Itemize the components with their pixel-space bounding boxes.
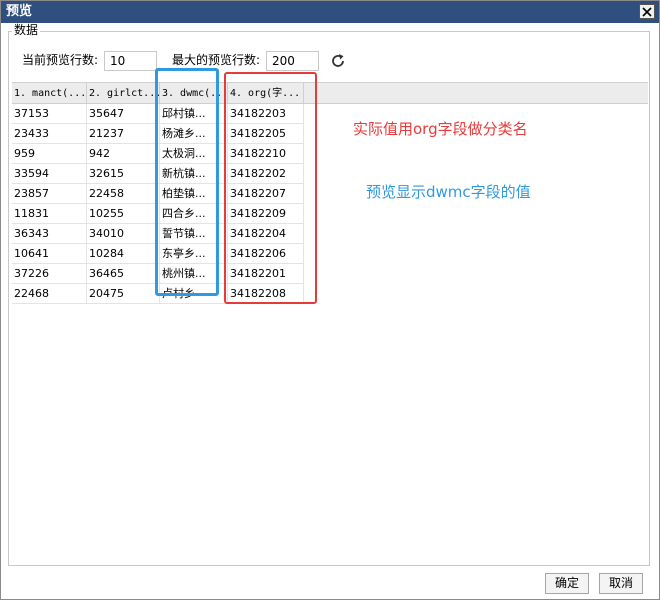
table-cell: 10641	[12, 244, 87, 264]
table-cell: 36465	[87, 264, 160, 284]
org-column-highlight	[224, 72, 317, 304]
table-cell: 23857	[12, 184, 87, 204]
table-cell: 32615	[87, 164, 160, 184]
table-cell: 20475	[87, 284, 160, 304]
max-rows-input[interactable]	[266, 51, 319, 71]
refresh-button[interactable]	[329, 52, 347, 70]
table-cell: 959	[12, 144, 87, 164]
table-cell: 942	[87, 144, 160, 164]
current-rows-label: 当前预览行数:	[22, 53, 99, 67]
table-cell: 10255	[87, 204, 160, 224]
close-icon	[642, 6, 652, 17]
refresh-icon	[332, 54, 344, 67]
table-cell: 22458	[87, 184, 160, 204]
table-cell: 11831	[12, 204, 87, 224]
preview-table: 1. manct(... 2. girlct... 3. dwmc(... 4.…	[12, 82, 648, 308]
table-cell: 37226	[12, 264, 87, 284]
blue-annotation: 预览显示dwmc字段的值	[366, 183, 531, 201]
ok-button[interactable]: 确定	[545, 573, 589, 594]
column-header-1[interactable]: 1. manct(...	[12, 83, 87, 104]
dwmc-column-highlight	[155, 68, 219, 296]
close-button[interactable]	[639, 4, 655, 19]
table-cell: 33594	[12, 164, 87, 184]
table-cell: 35647	[87, 104, 160, 124]
table-cell: 23433	[12, 124, 87, 144]
table-cell: 37153	[12, 104, 87, 124]
table-cell: 21237	[87, 124, 160, 144]
table-cell: 34010	[87, 224, 160, 244]
max-rows-label: 最大的预览行数:	[172, 53, 261, 67]
red-annotation: 实际值用org字段做分类名	[353, 120, 528, 138]
group-label: 数据	[12, 23, 41, 37]
cancel-button[interactable]: 取消	[599, 573, 643, 594]
table-cell: 36343	[12, 224, 87, 244]
current-rows-input[interactable]	[104, 51, 157, 71]
column-header-2[interactable]: 2. girlct...	[87, 83, 160, 104]
window-title: 预览	[6, 4, 33, 19]
title-bar[interactable]: 预览	[1, 1, 659, 23]
table-cell: 22468	[12, 284, 87, 304]
table-cell: 10284	[87, 244, 160, 264]
